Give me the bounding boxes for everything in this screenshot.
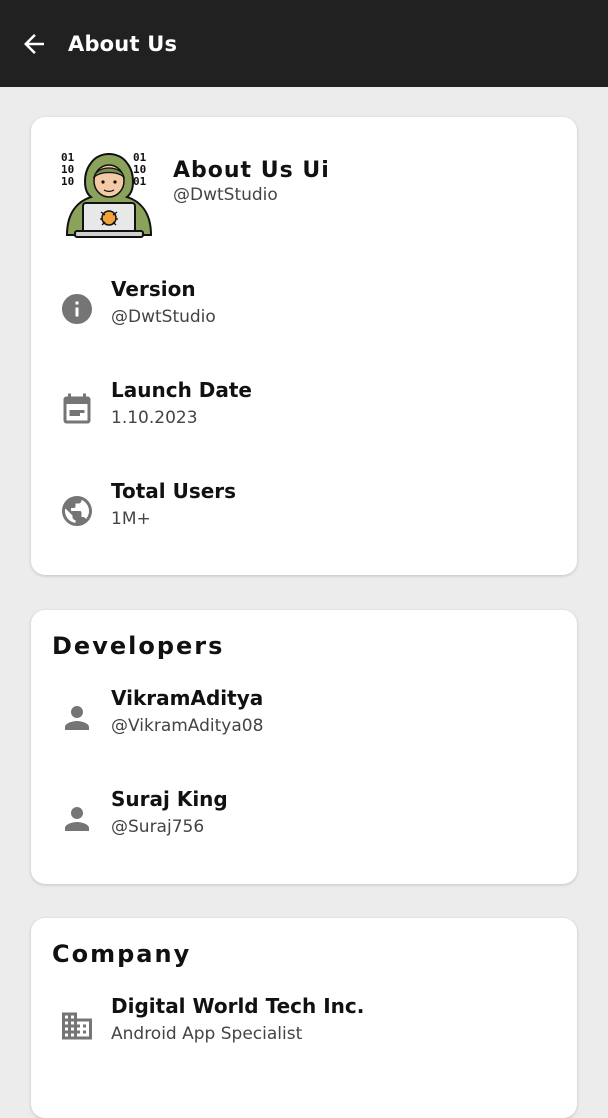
developer-item[interactable]: Suraj King @Suraj756: [31, 787, 577, 851]
company-name: Digital World Tech Inc.: [111, 994, 365, 1018]
app-bar: About Us: [0, 0, 608, 87]
hacker-laptop-logo: 01 10 10 01 10 01: [61, 151, 153, 238]
launch-date-row[interactable]: Launch Date 1.10.2023: [31, 378, 577, 442]
company-card: Company Digital World Tech Inc. Android …: [31, 918, 577, 1118]
globe-icon: [62, 496, 92, 526]
app-info-card: 01 10 10 01 10 01 About Us Ui @DwtStudio: [31, 117, 577, 575]
logo-binary-right-3: 01: [133, 175, 147, 188]
person-icon: [65, 807, 89, 831]
version-label: Version: [111, 277, 196, 301]
person-icon: [65, 706, 89, 730]
version-value: @DwtStudio: [111, 307, 216, 327]
total-users-label: Total Users: [111, 479, 237, 503]
company-item[interactable]: Digital World Tech Inc. Android App Spec…: [31, 994, 577, 1058]
developer-name: Suraj King: [111, 787, 228, 811]
total-users-row[interactable]: Total Users 1M+: [31, 479, 577, 543]
company-tagline: Android App Specialist: [111, 1024, 303, 1044]
app-handle: @DwtStudio: [173, 185, 278, 205]
developer-handle: @Suraj756: [111, 817, 205, 837]
logo-binary-left-3: 10: [61, 175, 74, 188]
back-button[interactable]: [18, 28, 50, 60]
developers-card: Developers VikramAditya @VikramAditya08 …: [31, 610, 577, 884]
developer-handle: @VikramAditya08: [111, 716, 264, 736]
total-users-value: 1M+: [111, 509, 151, 529]
app-header: 01 10 10 01 10 01: [61, 149, 157, 241]
developer-name: VikramAditya: [111, 686, 264, 710]
calendar-icon: [63, 393, 91, 424]
building-icon: [62, 1012, 92, 1040]
launch-date-label: Launch Date: [111, 378, 252, 402]
developers-heading: Developers: [52, 632, 225, 660]
app-name: About Us Ui: [173, 158, 330, 183]
developer-item[interactable]: VikramAditya @VikramAditya08: [31, 686, 577, 750]
company-heading: Company: [52, 940, 192, 968]
launch-date-value: 1.10.2023: [111, 408, 198, 428]
arrow-back-icon: [24, 33, 44, 54]
version-row[interactable]: Version @DwtStudio: [31, 277, 577, 341]
page-title: About Us: [68, 31, 178, 56]
info-icon: [62, 294, 92, 324]
